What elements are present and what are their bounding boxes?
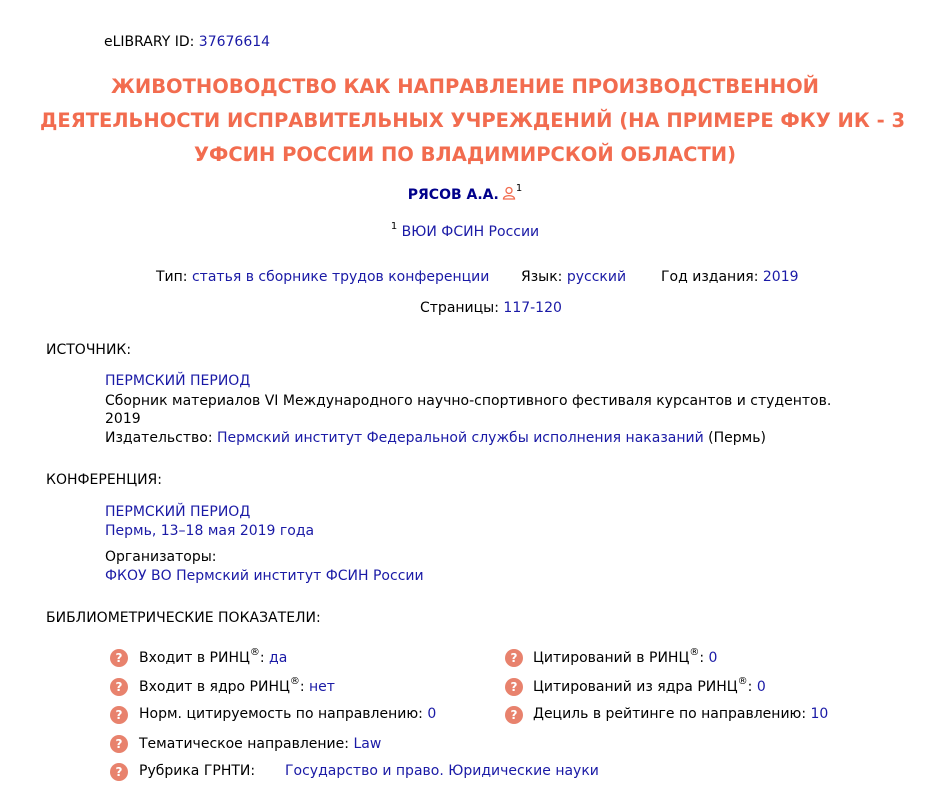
language-label: Язык: [521,269,563,285]
biblio-grnti: Рубрика ГРНТИ: [139,763,255,779]
meta-language: Язык: русский [521,269,626,285]
metric-sep: : [747,679,753,695]
registered-mark: ® [289,676,300,687]
pages-value: 117-120 [503,300,562,316]
source-publisher-row: Издательство: Пермский институт Федераль… [105,430,766,446]
source-heading: ИСТОЧНИК: [46,342,132,358]
help-icon[interactable]: ? [110,735,128,753]
conference-place-date: Пермь, 13–18 мая 2019 года [105,523,315,539]
affiliation-sup: 1 [390,221,398,232]
biblio-decile: Дециль в рейтинге по направлению: 10 [533,706,828,722]
elibrary-id-row: eLIBRARY ID: 37676614 [104,34,270,50]
source-description-line-1: Сборник материалов VI Международного нау… [105,393,832,409]
affiliation-link[interactable]: ВЮИ ФСИН России [402,224,540,240]
article-title: ЖИВОТНОВОДСТВО КАК НАПРАВЛЕНИЕ ПРОИЗВОДС… [40,70,906,172]
meta-year: Год издания: 2019 [661,269,799,285]
metric-label: Входит в ядро РИНЦ [139,679,290,695]
biblio-rinc-citations: Цитирований в РИНЦ®: 0 [533,647,718,666]
publisher-label: Издательство: [105,430,213,446]
metric-sep: : [259,650,265,666]
meta-pages: Страницы: 117-120 [420,300,562,316]
biblio-rinc-included: Входит в РИНЦ®: да [139,647,288,666]
elibrary-id-label: eLIBRARY ID: [104,34,195,50]
help-icon[interactable]: ? [110,649,128,667]
publisher-city: (Пермь) [708,430,766,446]
registered-mark: ® [689,647,700,658]
meta-type: Тип: статья в сборнике трудов конференци… [156,269,489,285]
biblio-rinc-core: Входит в ядро РИНЦ®: нет [139,676,335,695]
organizers-label: Организаторы: [105,549,217,565]
metric-label: Рубрика ГРНТИ: [139,763,256,779]
metric-value: 10 [810,706,829,722]
biblio-norm-citation: Норм. цитируемость по направлению: 0 [139,706,436,722]
biblio-core-citations: Цитирований из ядра РИНЦ®: 0 [533,676,766,695]
author-name-link[interactable]: РЯСОВ А.А. [408,187,499,203]
metric-sep: : [299,679,305,695]
metric-label: Входит в РИНЦ [139,650,250,666]
author-affil-sup: 1 [515,183,523,194]
organizer-link[interactable]: ФКОУ ВО Пермский институт ФСИН России [105,568,424,584]
person-icon[interactable] [502,186,516,200]
title-line-1: ЖИВОТНОВОДСТВО КАК НАПРАВЛЕНИЕ ПРОИЗВОДС… [111,75,819,98]
title-line-2: ДЕЯТЕЛЬНОСТИ ИСПРАВИТЕЛЬНЫХ УЧРЕЖДЕНИЙ (… [40,109,906,132]
metric-value: да [269,650,288,666]
pages-label: Страницы: [420,300,499,316]
metric-value: 0 [708,650,718,666]
language-value: русский [566,269,627,285]
publisher-link[interactable]: Пермский институт Федеральной службы исп… [217,430,704,446]
type-label: Тип: [156,269,188,285]
conference-name-link[interactable]: ПЕРМСКИЙ ПЕРИОД [105,504,250,520]
help-icon[interactable]: ? [110,678,128,696]
help-icon[interactable]: ? [505,678,523,696]
grnti-link[interactable]: Государство и право. Юридические науки [285,763,599,779]
biblio-heading: БИБЛИОМЕТРИЧЕСКИЕ ПОКАЗАТЕЛИ: [46,610,321,626]
metric-label: Цитирований в РИНЦ [533,650,690,666]
conference-heading: КОНФЕРЕНЦИЯ: [46,472,162,488]
affiliation-row: 1 ВЮИ ФСИН России [0,221,930,240]
help-icon[interactable]: ? [505,649,523,667]
metric-label: Тематическое направление: [139,736,349,752]
registered-mark: ® [249,647,260,658]
metric-label: Дециль в рейтинге по направлению: [533,706,807,722]
metric-value: нет [309,679,335,695]
metric-value: 0 [756,679,766,695]
help-icon[interactable]: ? [110,763,128,781]
source-description-line-2: 2019 [105,411,141,427]
author-row: РЯСОВ А.А. 1 [0,183,930,203]
biblio-thematic-direction: Тематическое направление: Law [139,736,381,752]
help-icon[interactable]: ? [110,706,128,724]
metric-label: Норм. цитируемость по направлению: [139,706,423,722]
title-line-3: УФСИН РОССИИ ПО ВЛАДИМИРСКОЙ ОБЛАСТИ) [193,143,737,166]
elibrary-id-value: 37676614 [198,34,271,50]
metric-label: Цитирований из ядра РИНЦ [533,679,738,695]
metric-value: Law [353,736,382,752]
registered-mark: ® [737,676,748,687]
metric-sep: : [699,650,705,666]
metric-value: 0 [427,706,437,722]
help-icon[interactable]: ? [505,706,523,724]
source-title-link[interactable]: ПЕРМСКИЙ ПЕРИОД [105,373,250,389]
year-label: Год издания: [661,269,759,285]
type-value: статья в сборнике трудов конференции [191,269,490,285]
year-value: 2019 [762,269,799,285]
